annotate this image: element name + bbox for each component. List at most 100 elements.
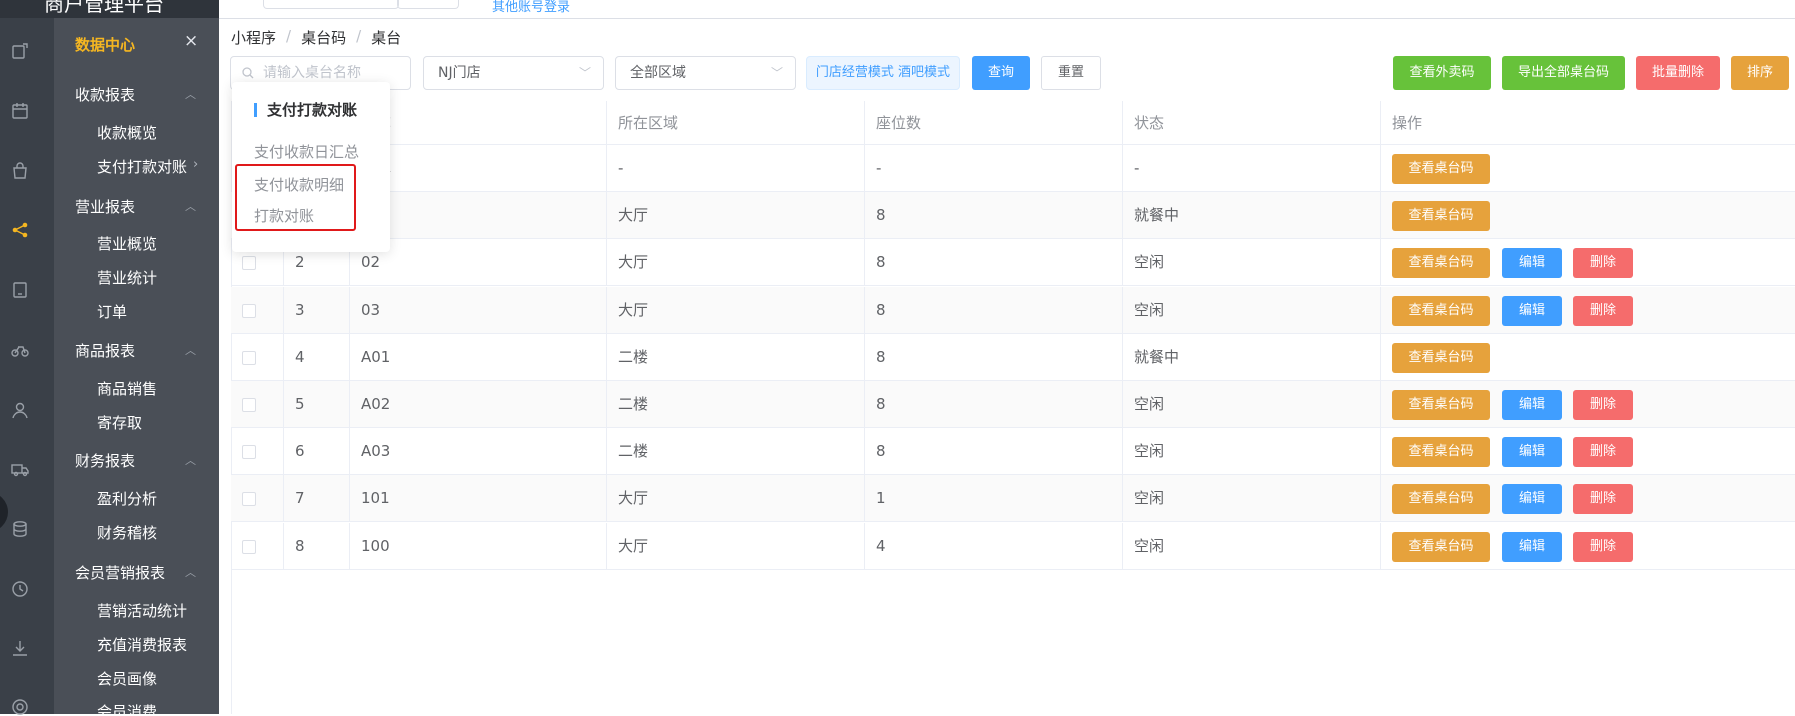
- cell-area: 二楼: [607, 428, 865, 476]
- query-button[interactable]: 查询: [972, 56, 1030, 90]
- edit-button[interactable]: 编辑: [1502, 390, 1562, 420]
- popover-item-daily-summary[interactable]: 支付收款日汇总: [254, 141, 359, 162]
- checkbox-cell: [231, 428, 284, 476]
- cell-name: 100: [350, 522, 607, 570]
- view-table-code-button[interactable]: 查看桌台码: [1392, 484, 1490, 515]
- view-table-code-button[interactable]: 查看桌台码: [1392, 531, 1490, 562]
- cell-actions: 查看桌台码 编辑 删除: [1381, 475, 1795, 522]
- sidebar-item-product-sales[interactable]: 商品销售: [97, 378, 157, 399]
- clock-icon[interactable]: [11, 580, 29, 598]
- tablet-icon[interactable]: [11, 281, 29, 299]
- delete-button[interactable]: 删除: [1573, 437, 1633, 468]
- sidebar-item-business-overview[interactable]: 营业概览: [97, 233, 157, 254]
- cell-actions: 查看桌台码: [1381, 334, 1795, 381]
- truck-icon[interactable]: [11, 460, 29, 478]
- cell-seats: 1: [865, 475, 1123, 523]
- view-table-code-button[interactable]: 查看桌台码: [1392, 437, 1490, 468]
- delete-button[interactable]: 删除: [1573, 484, 1633, 515]
- table-header-cell: 操作: [1392, 114, 1423, 132]
- top-link[interactable]: 其他账号登录: [492, 0, 570, 15]
- sidebar-item-storage[interactable]: 寄存取: [97, 412, 142, 433]
- sidebar-item-orders[interactable]: 订单: [97, 301, 127, 322]
- chevron-up-icon: ︿: [185, 88, 196, 101]
- cell-status: -: [1123, 145, 1381, 192]
- edit-button[interactable]: 编辑: [1502, 295, 1562, 326]
- sidebar-item-payment-overview[interactable]: 收款概览: [97, 122, 157, 143]
- sidebar-item-profit[interactable]: 盈利分析: [97, 488, 157, 509]
- sidebar-item-payment-reconciliation[interactable]: 支付打款对账: [97, 156, 187, 177]
- cell-area: 二楼: [607, 333, 865, 381]
- mode-tag: 门店经营模式 酒吧模式: [806, 56, 960, 90]
- sidebar-item-member-spend[interactable]: 会员消费: [97, 701, 157, 714]
- sidebar-group-member[interactable]: 会员营销报表: [75, 562, 165, 583]
- row-checkbox[interactable]: [242, 256, 256, 271]
- view-table-code-button[interactable]: 查看桌台码: [1392, 201, 1490, 232]
- edit-button[interactable]: 编辑: [1502, 484, 1562, 515]
- edit-button[interactable]: 编辑: [1502, 437, 1562, 468]
- download-icon[interactable]: [11, 639, 29, 657]
- dashboard-icon[interactable]: [11, 42, 29, 60]
- cell-status: 空闲: [1123, 381, 1381, 428]
- sidebar-group-business[interactable]: 营业报表: [75, 196, 135, 217]
- bag-icon[interactable]: [11, 162, 29, 180]
- delete-button[interactable]: 删除: [1573, 248, 1633, 279]
- row-checkbox[interactable]: [242, 445, 256, 460]
- cell-seats: 8: [865, 333, 1123, 381]
- delete-button[interactable]: 删除: [1573, 295, 1633, 326]
- sort-button[interactable]: 排序: [1731, 56, 1789, 90]
- cell-seats: 8: [865, 381, 1123, 428]
- row-checkbox[interactable]: [242, 303, 256, 318]
- breadcrumb-item[interactable]: 桌台码: [301, 27, 346, 48]
- sidebar: 数据中心 × 收款报表 ︿ 收款概览 支付打款对账 › 营业报表 ︿ 营业概览 …: [54, 18, 219, 714]
- view-table-code-button[interactable]: 查看桌台码: [1392, 342, 1490, 373]
- breadcrumb-separator: /: [286, 27, 292, 45]
- checkbox-cell: [231, 475, 284, 523]
- row-checkbox[interactable]: [242, 539, 256, 554]
- delete-button[interactable]: 删除: [1573, 390, 1633, 420]
- table-header-cell: 状态: [1123, 101, 1381, 145]
- table-row: 8 100 大厅 4 空闲 查看桌台码 编辑 删除: [231, 522, 1795, 570]
- calendar-icon[interactable]: [11, 102, 29, 120]
- sidebar-item-campaign[interactable]: 营销活动统计: [97, 600, 187, 621]
- table-row: 2 02 大厅 8 空闲 查看桌台码 编辑 删除: [231, 239, 1795, 287]
- breadcrumb-item-current: 桌台: [371, 29, 402, 47]
- sidebar-item-audit[interactable]: 财务稽核: [97, 522, 157, 543]
- settings-icon[interactable]: [11, 698, 29, 716]
- table-row: 4 A01 二楼 8 就餐中 查看桌台码: [231, 333, 1795, 381]
- close-icon[interactable]: ×: [184, 31, 198, 51]
- top-button[interactable]: [397, 0, 459, 9]
- user-icon[interactable]: [11, 401, 29, 419]
- sidebar-item-business-stats[interactable]: 营业统计: [97, 267, 157, 288]
- sidebar-item-member-profile[interactable]: 会员画像: [97, 668, 157, 689]
- table-row: 5 A02 二楼 8 空闲 查看桌台码 编辑 删除: [231, 381, 1795, 428]
- view-table-code-button[interactable]: 查看桌台码: [1392, 295, 1490, 326]
- view-table-code-button[interactable]: 查看桌台码: [1392, 154, 1490, 184]
- sidebar-group-payment[interactable]: 收款报表: [75, 84, 135, 105]
- edit-button[interactable]: 编辑: [1502, 248, 1562, 279]
- database-icon[interactable]: [11, 520, 29, 538]
- area-select[interactable]: 全部区域 ﹀: [615, 56, 796, 90]
- cell-actions: 查看桌台码 编辑 删除: [1381, 428, 1795, 475]
- cell-status: 空闲: [1123, 428, 1381, 476]
- view-takeout-code-button[interactable]: 查看外卖码: [1393, 56, 1491, 90]
- breadcrumb-item[interactable]: 小程序: [231, 27, 276, 48]
- bicycle-icon[interactable]: [11, 341, 29, 359]
- batch-delete-button[interactable]: 批量删除: [1636, 56, 1720, 90]
- row-checkbox[interactable]: [242, 350, 256, 365]
- edit-button[interactable]: 编辑: [1502, 531, 1562, 562]
- share-icon[interactable]: [11, 221, 29, 239]
- export-all-codes-button[interactable]: 导出全部桌台码: [1502, 56, 1625, 90]
- sidebar-group-finance[interactable]: 财务报表: [75, 450, 135, 471]
- sidebar-item-recharge[interactable]: 充值消费报表: [97, 634, 187, 655]
- sidebar-group-products[interactable]: 商品报表: [75, 340, 135, 361]
- view-table-code-button[interactable]: 查看桌台码: [1392, 390, 1490, 420]
- row-checkbox[interactable]: [242, 492, 256, 507]
- store-select[interactable]: NJ门店 ﹀: [423, 56, 604, 90]
- row-checkbox[interactable]: [242, 398, 256, 412]
- reset-button[interactable]: 重置: [1041, 56, 1101, 90]
- top-input[interactable]: [263, 0, 399, 9]
- area-select-value: 全部区域: [630, 65, 686, 81]
- view-table-code-button[interactable]: 查看桌台码: [1392, 248, 1490, 279]
- delete-button[interactable]: 删除: [1573, 531, 1633, 562]
- collapse-handle[interactable]: [0, 492, 8, 532]
